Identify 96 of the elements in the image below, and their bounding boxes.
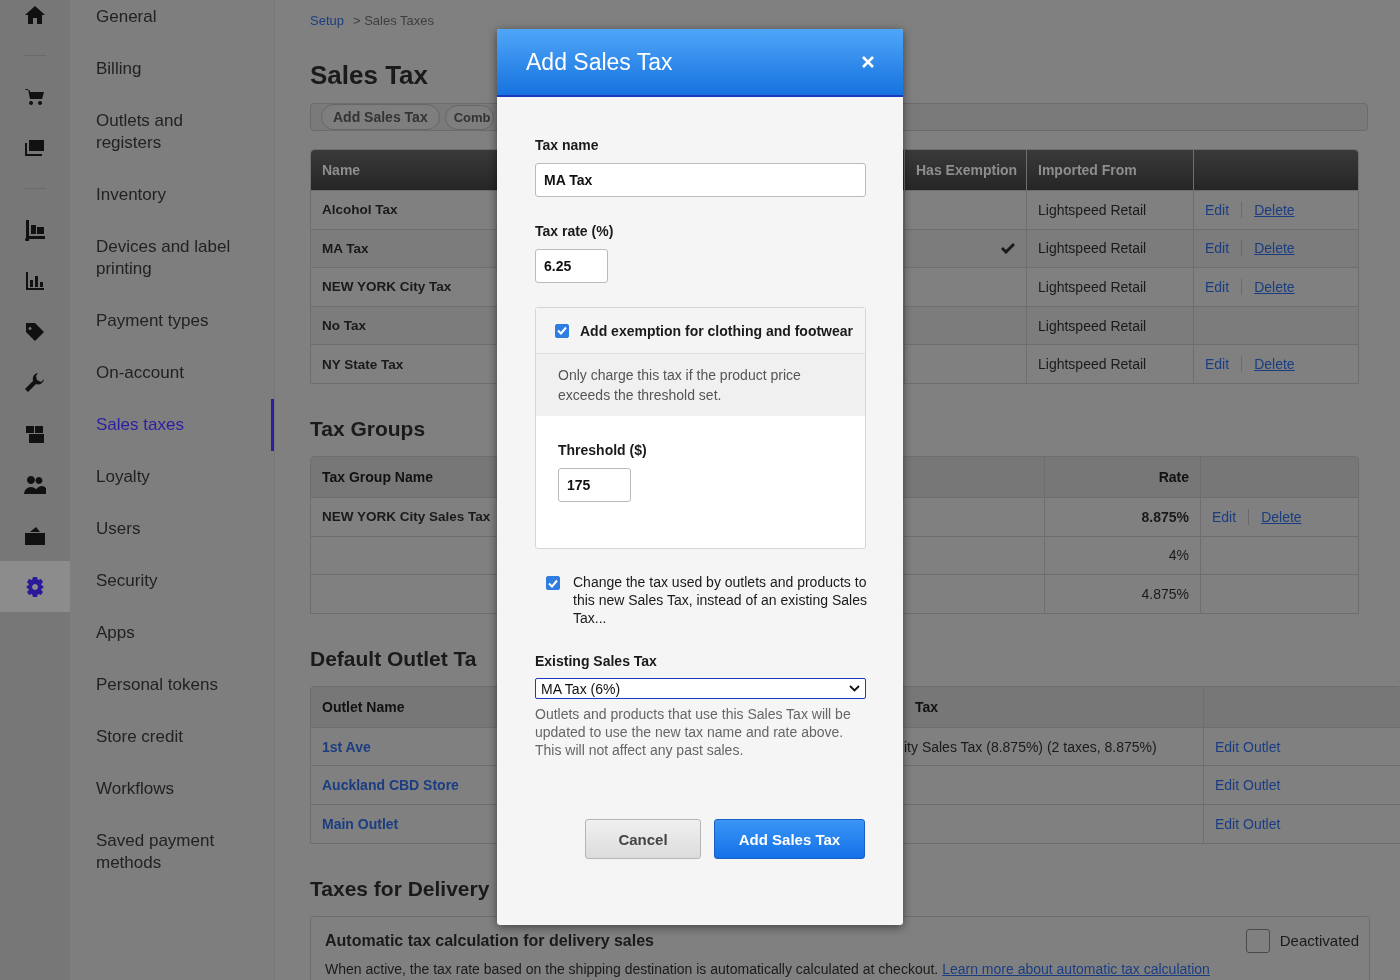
table-cell-text: NEW YORK City Tax [321,278,453,297]
table-cell: 8.875% [1044,497,1200,536]
settings-nav-item[interactable]: Inventory [96,169,274,221]
close-button[interactable] [860,54,876,70]
existing-tax-select[interactable]: MA Tax (6%) [535,678,866,699]
toolbar-button[interactable]: Add Sales Tax [321,104,440,130]
table-cell: Lightspeed Retail [1026,191,1193,229]
checkbox-label: Add exemption for clothing and footwear [580,322,853,339]
close-icon [862,56,874,68]
table-cell-text: NEW YORK City Sales Tax [321,508,492,527]
table-cell: Lightspeed Retail [1026,345,1193,383]
column-header: Outlet Name [321,697,406,717]
dolly-icon [24,218,46,241]
table-cell: Lightspeed Retail [1026,268,1193,306]
settings-nav-item[interactable]: Users [96,503,274,555]
settings-nav-item[interactable]: On-account [96,347,274,399]
breadcrumb-link[interactable]: Setup [310,12,344,30]
column-header: Name [321,161,362,180]
add-sales-tax-button[interactable]: Add Sales Tax [714,819,865,859]
toolbar-button[interactable]: Comb [444,104,494,130]
home-icon [24,3,46,26]
delete-link[interactable]: Delete [1248,508,1302,525]
edit-link[interactable]: Edit [1212,508,1237,525]
table-cell-text: Alcohol Tax [321,201,399,220]
settings-nav-item[interactable]: Payment types [96,295,274,347]
tax-rate-input[interactable]: 6.25 [535,249,608,283]
settings-nav-item[interactable]: Loyalty [96,451,274,503]
settings-nav-item[interactable]: Apps [96,607,274,659]
exemption-description: Only charge this tax if the product price exceeds the threshold set. [558,366,802,405]
checkbox-label: Deactivated [1279,932,1359,950]
table-cell: 4.875% [1044,575,1200,613]
card-description: When active, the tax rate based on the shipping destination is automatically calculated at checkout. Learn more about automatic tax calculation [325,960,1211,977]
exemption-checkbox[interactable] [555,323,569,338]
outlet-link[interactable]: 1st Ave [322,738,371,755]
settings-nav-item[interactable]: Billing [96,43,274,95]
caret-icon [849,685,860,692]
breadcrumb-current: > Sales Taxes [353,12,435,30]
table-cell-text: MA Tax [321,239,370,258]
tag-icon [24,320,46,343]
settings-nav-item[interactable]: Workflows [96,763,274,815]
column-header: Rate [1044,456,1200,497]
table-cell: Lightspeed Retail [1026,229,1193,268]
section-heading: Taxes for Delivery [310,875,490,902]
outlet-link[interactable]: Auckland CBD Store [322,777,459,794]
column-header: Tax [914,697,940,717]
edit-outlet-link[interactable]: Edit Outlet [1215,777,1281,794]
column-header: Has Exemption [904,150,1026,190]
people-icon [24,473,46,496]
delete-link[interactable]: Delete [1241,279,1295,295]
card-title: Automatic tax calculation for delivery sales [325,931,654,950]
section-heading: Tax Groups [310,415,426,442]
wrench-icon [24,371,46,394]
tax-name-input[interactable]: MA Tax [535,163,866,197]
rail-item[interactable] [0,561,70,612]
learn-more-link[interactable]: Learn more about automatic tax calculation [942,960,1210,977]
threshold-input[interactable]: 175 [558,468,631,502]
cancel-button[interactable]: Cancel [585,819,701,859]
outlet-link[interactable]: Main Outlet [322,815,399,832]
dialog-title: Add Sales Tax [526,48,673,76]
column-header: Tax Group Name [321,467,434,487]
settings-nav-item[interactable]: General [96,0,274,43]
bar-chart-icon [24,269,46,292]
edit-outlet-link[interactable]: Edit Outlet [1215,815,1281,832]
settings-nav-item[interactable]: Personal tokens [96,659,274,711]
edit-link[interactable]: Edit [1205,279,1230,295]
settings-icon [24,575,46,598]
delete-link[interactable]: Delete [1241,201,1295,218]
checkbox-label: Change the tax used by outlets and products to this new Sales Tax, instead of an existing Sales Tax... [573,573,867,627]
section-heading: Default Outlet Ta [310,645,477,672]
field-label: Threshold ($) [558,442,648,458]
table-cell: ity Sales Tax (8.875%) (2 taxes, 8.875%) [904,738,1157,755]
delete-link[interactable]: Delete [1241,240,1295,257]
field-label: Tax rate (%) [535,223,614,239]
table-cell: Lightspeed Retail [1026,306,1193,345]
settings-nav-item[interactable]: Saved payment methods [96,815,274,889]
deactivated-checkbox[interactable] [1245,928,1270,953]
table-cell: 4% [1044,536,1200,575]
field-label: Existing Sales Tax [535,653,657,669]
column-header: Imported From [1026,150,1193,190]
field-label: Tax name [535,137,599,153]
edit-link[interactable]: Edit [1205,356,1230,373]
settings-nav-item[interactable]: Security [96,555,274,607]
table-cell-text: NY State Tax [321,355,405,374]
settings-nav-item[interactable]: Devices and label printing [96,221,274,295]
edit-link[interactable]: Edit [1205,240,1230,257]
replace-tax-checkbox[interactable] [546,576,560,590]
check-icon [1001,242,1015,255]
settings-nav-item[interactable]: Outlets and registers [96,95,274,169]
help-text: Outlets and products that use this Sales Tax will be updated to use the new tax name and rate above. This will not affect any past sales. [535,705,852,759]
edit-outlet-link[interactable]: Edit Outlet [1215,738,1281,755]
page-title: Sales Tax [310,60,429,90]
delete-link[interactable]: Delete [1241,356,1295,373]
settings-nav-item[interactable]: Store credit [96,711,274,763]
edit-link[interactable]: Edit [1205,201,1230,218]
settings-nav-item[interactable]: Sales taxes [96,399,274,451]
table-cell-text: No Tax [321,317,367,336]
